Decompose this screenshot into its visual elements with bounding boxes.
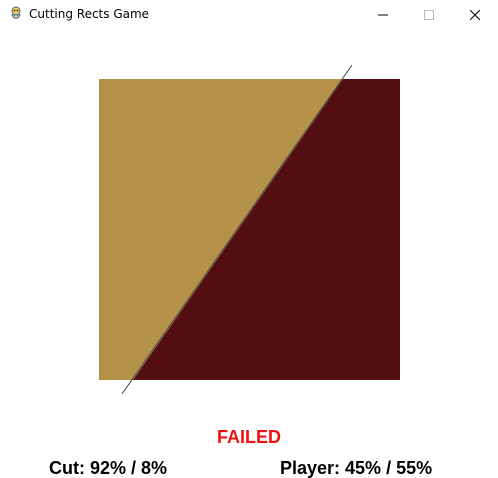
close-button[interactable] [452,0,498,30]
maximize-button[interactable] [406,0,452,30]
title-bar[interactable]: Cutting Rects Game [0,0,498,30]
window-title: Cutting Rects Game [29,7,150,21]
cut-score: Cut: 92% / 8% [49,458,168,478]
pygame-snake-icon [11,6,21,19]
game-board[interactable] [0,30,498,478]
maximize-icon [424,10,434,20]
minimize-button[interactable] [360,0,406,30]
close-icon [470,10,480,20]
minimize-icon [378,14,388,16]
player-score: Player: 45% / 55% [280,458,433,478]
game-status: FAILED [216,427,281,447]
game-canvas[interactable]: FAILED Cut: 92% / 8% Player: 45% / 55% [0,30,498,478]
